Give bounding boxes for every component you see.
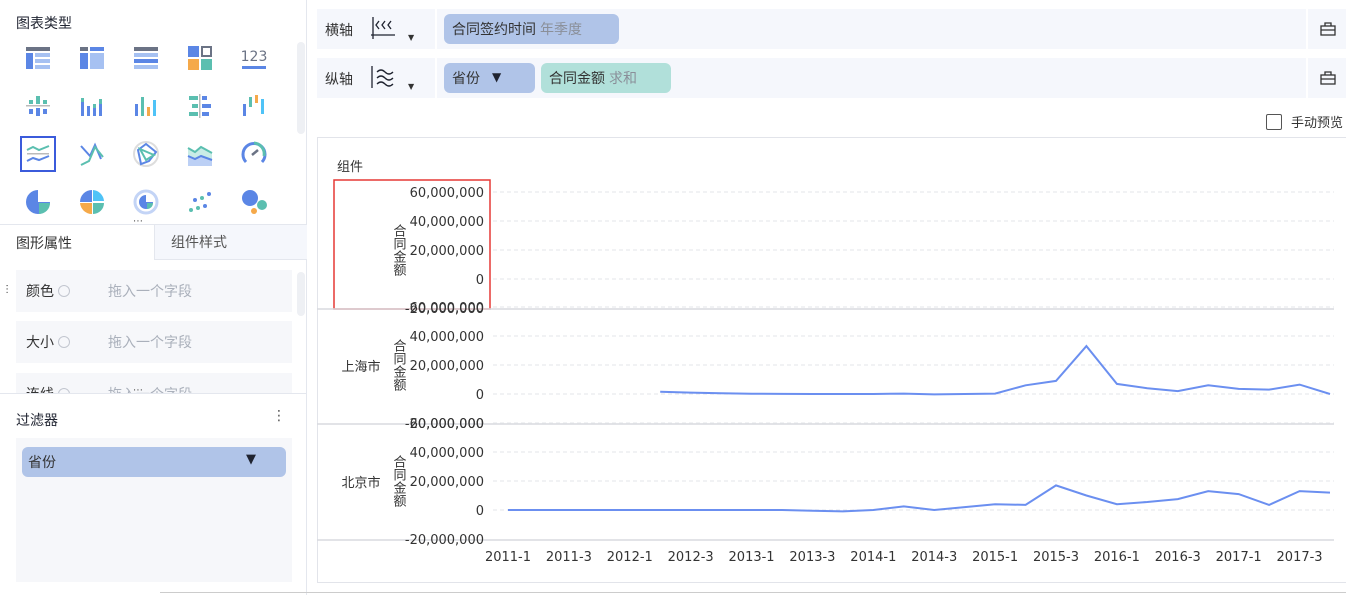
y-tick-label: 60,000,000 <box>410 186 484 201</box>
x-tick-label: 2011-3 <box>546 550 592 565</box>
panel-label: 北京市 <box>341 475 380 491</box>
x-tick-label: 2011-1 <box>485 550 531 565</box>
x-tick-label: 2016-1 <box>1094 550 1140 565</box>
panel-label: 上海市 <box>341 359 380 375</box>
y-tick-label: 40,000,000 <box>410 330 484 345</box>
y-axis-title: 合同金额 <box>391 339 407 392</box>
x-tick-label: 2017-1 <box>1216 550 1262 565</box>
y-tick-label: 0 <box>476 504 484 519</box>
series-line <box>508 484 1331 513</box>
y-tick-label: 20,000,000 <box>410 244 484 259</box>
y-tick-label: 40,000,000 <box>410 446 484 461</box>
x-tick-label: 2015-1 <box>972 550 1018 565</box>
x-tick-label: 2012-3 <box>668 550 714 565</box>
x-tick-label: 2016-3 <box>1155 550 1201 565</box>
x-tick-label: 2014-1 <box>850 550 896 565</box>
x-tick-label: 2015-3 <box>1033 550 1079 565</box>
x-tick-label: 2012-1 <box>607 550 653 565</box>
y-tick-label: 60,000,000 <box>410 301 484 316</box>
y-tick-label: 0 <box>476 388 484 403</box>
y-tick-label: 60,000,000 <box>410 417 484 432</box>
x-tick-label: 2017-3 <box>1277 550 1323 565</box>
line-chart: 60,000,000 40,000,000 20,000,000 0 -20,000,0… <box>317 179 1334 565</box>
y-axis-title: 合同金额 <box>391 455 407 508</box>
y-axis-title: 合同金额 <box>391 224 407 277</box>
x-tick-label: 2013-1 <box>729 550 775 565</box>
y-tick-label: 20,000,000 <box>410 475 484 490</box>
y-tick-label: 0 <box>476 273 484 288</box>
series-line <box>660 344 1331 396</box>
y-tick-label: 20,000,000 <box>410 359 484 374</box>
x-tick-label: 2014-3 <box>911 550 957 565</box>
y-tick-label: 40,000,000 <box>410 215 484 230</box>
y-tick-label: -20,000,000 <box>405 533 484 548</box>
bottom-edge <box>160 592 1346 593</box>
x-tick-label: 2013-3 <box>789 550 835 565</box>
